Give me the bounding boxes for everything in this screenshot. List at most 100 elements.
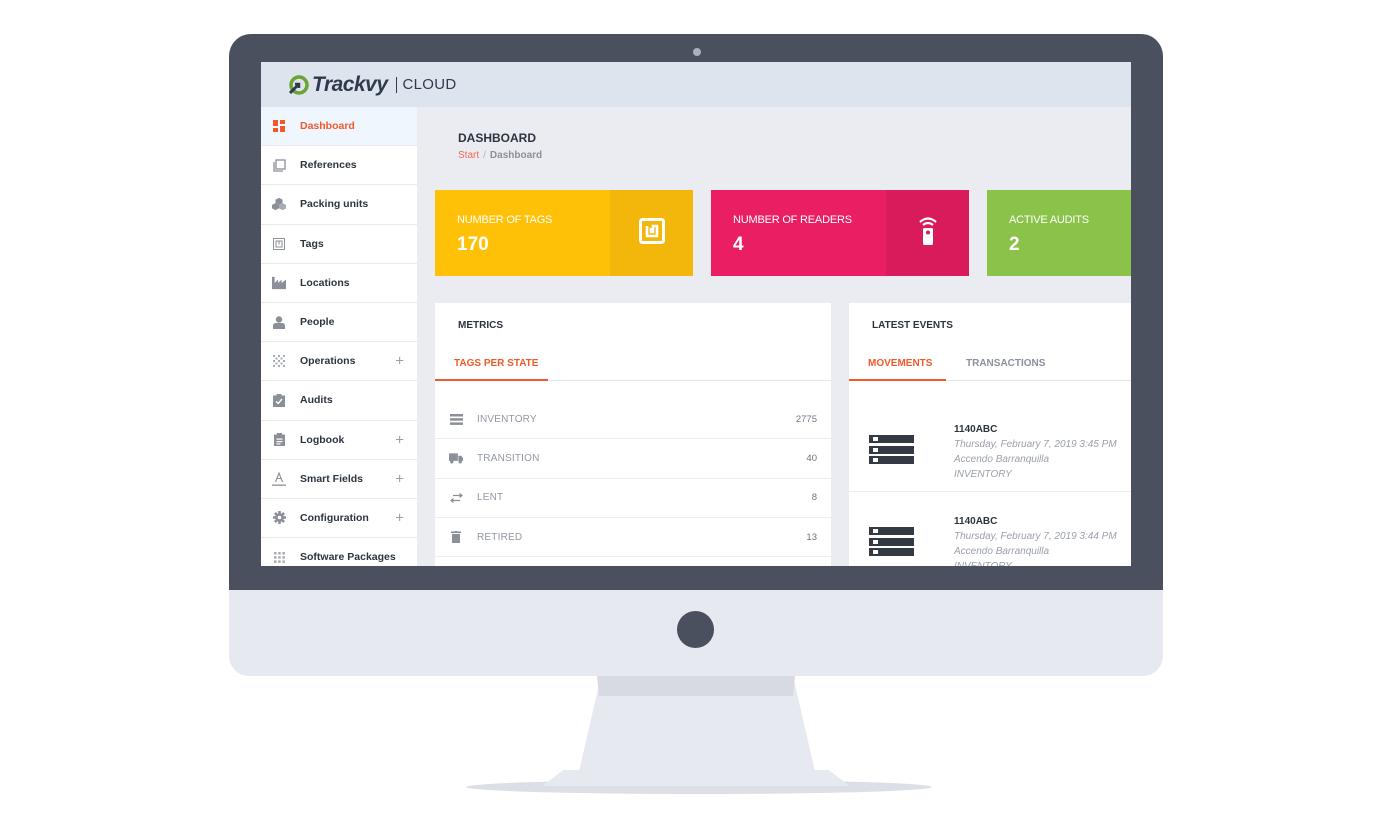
trash-icon [449, 531, 463, 544]
metric-value: 8 [811, 492, 817, 504]
camera-dot [693, 48, 701, 56]
metric-row[interactable]: RETIRED 13 [435, 518, 831, 558]
expand-icon[interactable]: + [395, 470, 404, 487]
monitor-stand-base [542, 770, 850, 786]
event-datetime: Thursday, February 7, 2019 3:45 PM [954, 439, 1117, 450]
event-datetime: Thursday, February 7, 2019 3:44 PM [954, 531, 1117, 542]
factory-icon [272, 276, 286, 290]
metric-label: TRANSITION [477, 452, 540, 464]
server-icon [869, 435, 914, 467]
sidebar-item-operations[interactable]: Operations + [261, 342, 417, 382]
metric-value: 2775 [795, 413, 817, 425]
monitor-button [677, 611, 714, 648]
screen: Trackvy CLOUD Dashboard References Packi… [261, 62, 1131, 566]
panel-title: LATEST EVENTS [872, 320, 953, 331]
tab-movements[interactable]: MOVEMENTS [868, 358, 932, 369]
breadcrumb-separator: / [483, 150, 486, 161]
tab-tags-per-state[interactable]: TAGS PER STATE [454, 358, 538, 369]
event-item[interactable]: 1140ABC Thursday, February 7, 2019 3:44 … [849, 492, 1131, 566]
sidebar-item-label: Tags [300, 237, 324, 250]
text-field-icon [272, 471, 286, 486]
stat-label: NUMBER OF READERS [733, 214, 852, 226]
event-item[interactable]: 1140ABC Thursday, February 7, 2019 3:45 … [849, 400, 1131, 492]
stat-card-readers[interactable]: NUMBER OF READERS 4 [711, 190, 969, 276]
metric-label: INVENTORY [477, 413, 537, 425]
sidebar-item-configuration[interactable]: Configuration + [261, 499, 417, 539]
stat-icon-box [886, 190, 969, 276]
server-icon [869, 527, 914, 559]
metric-value: 13 [806, 531, 817, 543]
stat-label: ACTIVE AUDITS [1009, 214, 1089, 226]
reader-icon [918, 216, 938, 251]
page-title: DASHBOARD [458, 131, 536, 145]
event-id: 1140ABC [954, 424, 998, 435]
list-icon [449, 413, 463, 425]
metric-row[interactable]: TRANSITION 40 [435, 439, 831, 479]
sidebar-item-label: Logbook [300, 433, 345, 446]
logo-text[interactable]: Trackvy [312, 73, 388, 97]
references-icon [272, 158, 286, 172]
tag-icon [272, 237, 286, 251]
stat-value: 2 [1009, 234, 1020, 255]
expand-icon[interactable]: + [395, 353, 404, 370]
metric-label: LENT [477, 492, 504, 504]
sidebar-item-logbook[interactable]: Logbook + [261, 421, 417, 460]
logo-separator [395, 76, 397, 93]
breadcrumb: Start / Dashboard [458, 150, 542, 161]
grid-icon [272, 550, 286, 564]
operations-icon [272, 354, 286, 368]
sidebar-item-dashboard[interactable]: Dashboard [261, 107, 417, 147]
event-location: Accendo Barranquilla [954, 454, 1050, 465]
sidebar-item-label: Dashboard [300, 120, 355, 133]
logo-suffix: CLOUD [402, 76, 457, 93]
main-content: DASHBOARD Start / Dashboard NUMBER OF TAGS… [417, 107, 1131, 566]
stat-card-tags[interactable]: NUMBER OF TAGS 170 [435, 190, 693, 276]
metric-label: RETIRED [477, 531, 523, 543]
clipboard-icon [272, 433, 286, 447]
boxes-icon [272, 197, 286, 211]
sidebar-item-label: References [300, 159, 357, 172]
sidebar-item-tags[interactable]: Tags [261, 225, 417, 264]
expand-icon[interactable]: + [395, 509, 404, 526]
exchange-icon [449, 492, 463, 503]
sidebar-item-label: Configuration [300, 511, 369, 524]
events-tabs: MOVEMENTS TRANSACTIONS [849, 348, 1131, 381]
sidebar-item-software-packages[interactable]: Software Packages [261, 538, 417, 566]
event-state: INVENTORY [954, 469, 1012, 480]
active-tab-indicator [849, 379, 946, 381]
dashboard-icon [272, 119, 286, 133]
sidebar-item-people[interactable]: People [261, 303, 417, 343]
rfid-tag-icon [638, 217, 665, 249]
sidebar-item-locations[interactable]: Locations [261, 264, 417, 303]
stat-value: 170 [457, 234, 489, 255]
truck-icon [449, 453, 463, 464]
breadcrumb-current: Dashboard [489, 150, 543, 161]
latest-events-panel: LATEST EVENTS MOVEMENTS TRANSACTIONS 114… [849, 303, 1131, 566]
sidebar-item-smart-fields[interactable]: Smart Fields + [261, 460, 417, 499]
gear-icon [272, 511, 286, 525]
metric-row[interactable]: LENT 8 [435, 479, 831, 518]
breadcrumb-start-link[interactable]: Start [458, 150, 479, 161]
person-icon [272, 315, 286, 329]
event-state: INVENTORY [954, 561, 1012, 566]
stat-icon-box [610, 190, 693, 276]
tab-transactions[interactable]: TRANSACTIONS [966, 358, 1045, 369]
sidebar-item-references[interactable]: References [261, 146, 417, 186]
sidebar-item-packing-units[interactable]: Packing units [261, 185, 417, 225]
metrics-panel: METRICS TAGS PER STATE INVENTORY 2775 TR… [435, 303, 831, 566]
stat-card-active-audits[interactable]: ACTIVE AUDITS 2 [987, 190, 1131, 276]
stat-label: NUMBER OF TAGS [457, 214, 553, 226]
sidebar-item-audits[interactable]: Audits [261, 381, 417, 421]
sidebar-item-label: People [300, 316, 335, 329]
sidebar-item-label: Operations [300, 355, 356, 368]
expand-icon[interactable]: + [395, 431, 404, 448]
logo-icon[interactable] [287, 74, 309, 96]
sidebar-item-label: Software Packages [300, 551, 396, 564]
sidebar-item-label: Audits [300, 394, 333, 407]
event-id: 1140ABC [954, 516, 998, 527]
metric-value: 40 [806, 452, 817, 464]
sidebar-item-label: Packing units [300, 198, 369, 211]
clipboard-check-icon [272, 393, 286, 407]
sidebar: Dashboard References Packing units Tags … [261, 107, 417, 566]
metric-row[interactable]: INVENTORY 2775 [435, 400, 831, 440]
